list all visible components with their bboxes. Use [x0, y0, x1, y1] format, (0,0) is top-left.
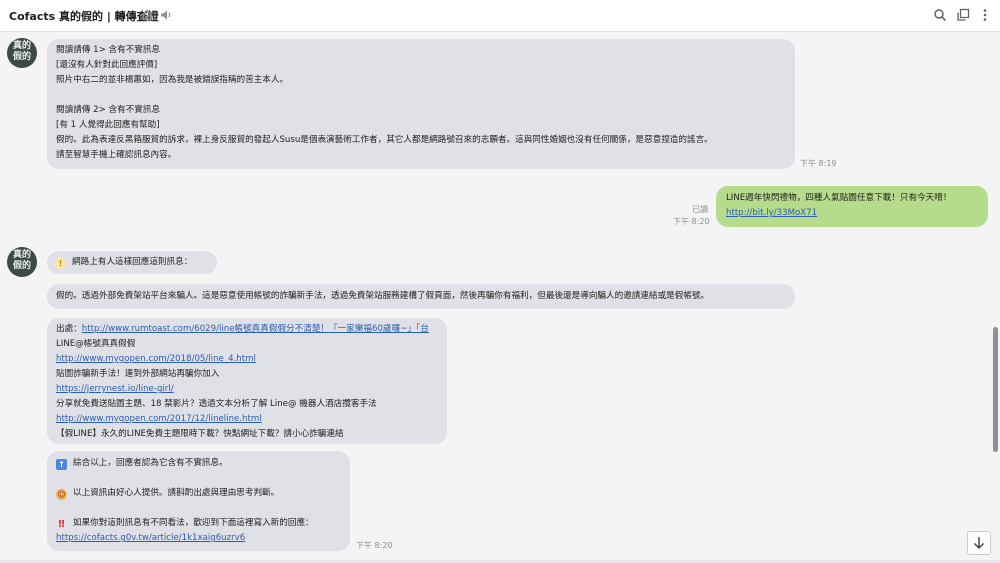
- message-line: 請至智慧手機上確認訊息內容。: [56, 150, 177, 160]
- message-link[interactable]: http://bit.ly/33MoX71: [726, 206, 978, 221]
- message-text: 假的。透過外部免費架站平台來騙人。這是惡意使用帳號的詐騙新手法，透過免費架站服務…: [56, 291, 710, 301]
- arrow-down-icon: [973, 537, 985, 550]
- message-link[interactable]: http://www.mygopen.com/2017/12/lineline.…: [56, 412, 438, 427]
- message-text: LINE週年快閃禮物，四種人氣貼圖任意下載！只有今天唷！: [726, 193, 952, 203]
- message-line: 閱讀請傳 2> 含有不實訊息: [56, 105, 161, 115]
- chat-header: Cofacts 真的假的 | 轉傳查證: [0, 0, 1000, 32]
- message-line: 假的。此為表達反黑箱服貿的訴求，裸上身反服貿的發起人Susu是個表演藝術工作者，…: [56, 135, 713, 145]
- message-text: 綜合以上，回應者認為它含有不實訊息。: [73, 458, 228, 468]
- outgoing-message-bubble[interactable]: LINE週年快閃禮物，四種人氣貼圖任意下載！只有今天唷！ http://bit.…: [716, 186, 988, 227]
- scroll-to-bottom-button[interactable]: [967, 531, 991, 555]
- lightbulb-emoji-icon: !: [55, 258, 66, 269]
- message-text: 網路上有人這樣回應這則訊息：: [72, 257, 193, 267]
- message-bubble[interactable]: ! 網路上有人這樣回應這則訊息：: [47, 251, 217, 274]
- message-text: 出處：: [56, 324, 82, 334]
- message-link[interactable]: https://jerrynest.io/line-girl/: [56, 382, 438, 397]
- message-link[interactable]: http://www.rumtoast.com/6029/line帳號真真假假分…: [82, 324, 429, 334]
- bot-avatar[interactable]: 真的 假的: [7, 247, 37, 277]
- avatar-text: 真的: [12, 41, 31, 51]
- message-link[interactable]: http://www.mygopen.com/2018/05/line_4.ht…: [56, 352, 438, 367]
- message-text: 如果你對這則訊息有不同看法，歡迎到下面這裡寫入新的回應：: [73, 518, 314, 528]
- message-bubble[interactable]: 假的。透過外部免費架站平台來騙人。這是惡意使用帳號的詐騙新手法，透過免費架站服務…: [47, 284, 795, 309]
- avatar-text: 假的: [12, 52, 31, 62]
- timestamp: 下午 8:20: [673, 217, 710, 226]
- scrollbar-thumb[interactable]: [993, 327, 998, 452]
- timestamp: 下午 8:19: [800, 159, 837, 168]
- message-link[interactable]: https://cofacts.g0v.tw/article/1k1xaig6u…: [56, 531, 341, 546]
- more-options-icon[interactable]: [978, 8, 992, 22]
- up-arrow-emoji-icon: ↑: [56, 459, 67, 470]
- message-line: 照片中右二的並非楊蕙如，因為我是被錯誤指稱的苦主本人。: [56, 75, 289, 85]
- speaker-icon[interactable]: [159, 8, 173, 22]
- bot-avatar[interactable]: 真的 假的: [7, 38, 37, 68]
- chat-title: Cofacts 真的假的 | 轉傳查證: [9, 10, 159, 23]
- message-line: LINE@帳號真真假假: [56, 339, 136, 349]
- message-line: [還沒有人針對此回應評價]: [56, 60, 158, 70]
- read-receipt: 已讀: [692, 205, 708, 214]
- message-line: 貼圖詐騙新手法！連到外部網站再騙你加入: [56, 369, 220, 379]
- home-icon[interactable]: [140, 8, 154, 22]
- message-bubble[interactable]: ↑ 綜合以上，回應者認為它含有不實訊息。 ☺ 以上資訊由好心人提供。請斟酌出處與理由…: [47, 451, 350, 551]
- avatar-text: 真的: [12, 250, 31, 260]
- search-icon[interactable]: [933, 8, 947, 22]
- avatar-text: 假的: [12, 261, 31, 271]
- copy-icon[interactable]: [956, 8, 970, 22]
- exclamation-emoji-icon: ‼: [58, 519, 65, 530]
- person-emoji-icon: ☺: [56, 489, 67, 500]
- message-text: 以上資訊由好心人提供。請斟酌出處與理由思考判斷。: [73, 488, 280, 498]
- message-line: 分享就免費送貼圖主題、18 禁影片？透過文本分析了解 Line@ 機器人酒店攬客…: [56, 399, 377, 409]
- message-line: 【假LINE】永久的LINE免費主題限時下載？快點網址下載？請小心詐騙連結: [56, 429, 344, 439]
- chat-area[interactable]: 真的 假的 閱讀請傳 1> 含有不實訊息 [還沒有人針對此回應評價] 照片中右二…: [0, 32, 1000, 563]
- message-line: 閱讀請傳 1> 含有不實訊息: [56, 45, 161, 55]
- timestamp: 下午 8:20: [356, 541, 393, 550]
- message-bubble[interactable]: 出處：http://www.rumtoast.com/6029/line帳號真真…: [47, 318, 447, 444]
- message-line: [有 1 人覺得此回應有幫助]: [56, 120, 160, 130]
- message-bubble[interactable]: 閱讀請傳 1> 含有不實訊息 [還沒有人針對此回應評價] 照片中右二的並非楊蕙如…: [47, 39, 795, 169]
